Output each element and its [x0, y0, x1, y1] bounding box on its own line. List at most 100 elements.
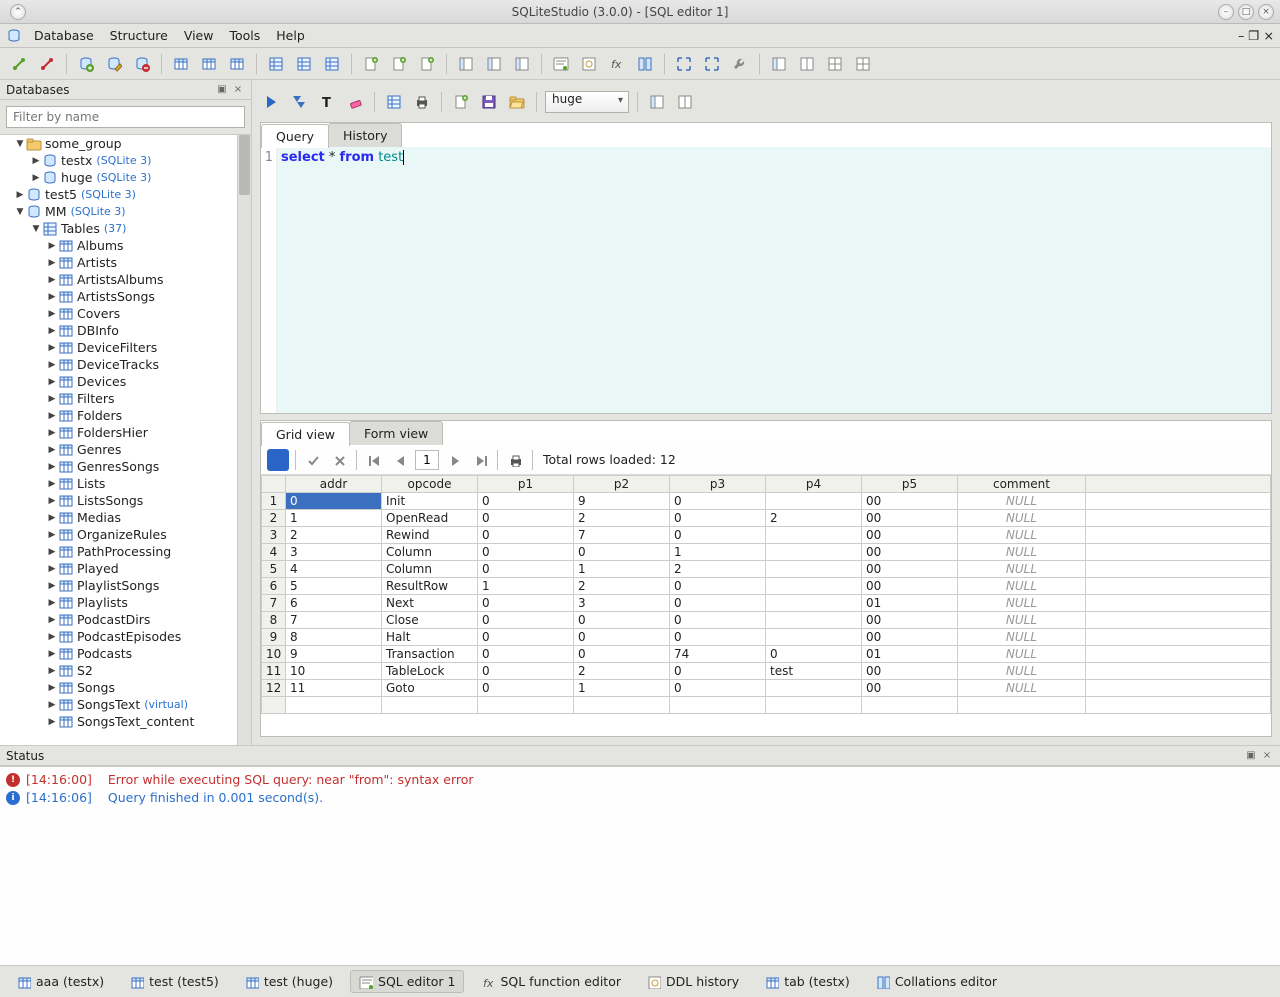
tree-item[interactable]: ▶ ArtistsAlbums [0, 271, 237, 288]
tree-arrow-icon[interactable]: ▶ [46, 717, 58, 727]
cell[interactable]: 11 [286, 680, 382, 697]
cell[interactable] [766, 595, 862, 612]
status-float-icon[interactable]: ▣ [1244, 749, 1258, 763]
edit-trigger-button[interactable] [388, 53, 410, 75]
tree-item[interactable]: ▶ testx (SQLite 3) [0, 152, 237, 169]
cell[interactable]: 00 [862, 493, 958, 510]
edit-table-button[interactable] [198, 53, 220, 75]
tree-arrow-icon[interactable]: ▶ [46, 649, 58, 659]
bottom-tab-coll[interactable]: Collations editor [867, 970, 1006, 993]
sql-editor[interactable]: 1 select * from test [261, 147, 1271, 413]
cell[interactable]: NULL [958, 595, 1086, 612]
cell[interactable]: 1 [286, 510, 382, 527]
tree-item[interactable]: ▼ Tables (37) [0, 220, 237, 237]
mdi-restore-icon[interactable]: ❐ [1248, 28, 1259, 43]
cell[interactable]: 00 [862, 544, 958, 561]
table-row[interactable]: 10Init09000NULL [262, 493, 1271, 510]
layout4-button[interactable] [852, 53, 874, 75]
tree-item[interactable]: ▶ huge (SQLite 3) [0, 169, 237, 186]
table-row[interactable]: 76Next03001NULL [262, 595, 1271, 612]
view-single-button[interactable] [646, 91, 668, 113]
table-row[interactable]: 98Halt00000NULL [262, 629, 1271, 646]
tree-item[interactable]: ▶ Folders [0, 407, 237, 424]
tree-arrow-icon[interactable]: ▶ [46, 666, 58, 676]
tree-item[interactable]: ▶ Artists [0, 254, 237, 271]
cell[interactable]: 0 [670, 493, 766, 510]
mdi-minimize-icon[interactable]: – [1238, 28, 1244, 43]
cell[interactable]: NULL [958, 680, 1086, 697]
cell[interactable]: 8 [286, 629, 382, 646]
cell[interactable]: Halt [382, 629, 478, 646]
cell[interactable]: Column [382, 544, 478, 561]
tree-item[interactable]: ▶ ArtistsSongs [0, 288, 237, 305]
cell[interactable]: 3 [286, 544, 382, 561]
cell[interactable]: 74 [670, 646, 766, 663]
remove-db-button[interactable] [131, 53, 153, 75]
execute-button[interactable] [260, 91, 282, 113]
table-row[interactable]: 65ResultRow12000NULL [262, 578, 1271, 595]
tree-arrow-icon[interactable]: ▶ [46, 241, 58, 251]
drop-trigger-button[interactable] [416, 53, 438, 75]
database-select[interactable]: huge [545, 91, 629, 113]
tree-item[interactable]: ▶ GenresSongs [0, 458, 237, 475]
cell[interactable]: 3 [574, 595, 670, 612]
cell[interactable]: 2 [574, 578, 670, 595]
column-header[interactable]: comment [958, 476, 1086, 493]
tree-item[interactable]: ▶ SongsText (virtual) [0, 696, 237, 713]
cell[interactable] [766, 493, 862, 510]
tab-query[interactable]: Query [261, 124, 329, 148]
drop-view-button[interactable] [511, 53, 533, 75]
column-header[interactable]: addr [286, 476, 382, 493]
tree-arrow-icon[interactable]: ▶ [46, 700, 58, 710]
cell[interactable]: 1 [478, 578, 574, 595]
export-button[interactable] [383, 91, 405, 113]
table-row[interactable]: 21OpenRead020200NULL [262, 510, 1271, 527]
tree-item[interactable]: ▶ Playlists [0, 594, 237, 611]
drop-index-button[interactable] [321, 53, 343, 75]
sql-code[interactable]: select * from test [277, 147, 1271, 413]
collapse-button[interactable] [701, 53, 723, 75]
layout1-button[interactable] [768, 53, 790, 75]
tree-arrow-icon[interactable]: ▼ [30, 224, 42, 234]
wrench-button[interactable] [729, 53, 751, 75]
tree-arrow-icon[interactable]: ▶ [46, 581, 58, 591]
cell[interactable]: 0 [670, 578, 766, 595]
tree-arrow-icon[interactable]: ▶ [46, 513, 58, 523]
tree-arrow-icon[interactable]: ▶ [46, 683, 58, 693]
new-index-button[interactable] [265, 53, 287, 75]
tree-arrow-icon[interactable]: ▶ [46, 547, 58, 557]
menu-help[interactable]: Help [268, 25, 313, 46]
layout2-button[interactable] [796, 53, 818, 75]
ddl-history-button[interactable] [578, 53, 600, 75]
tree-arrow-icon[interactable]: ▶ [46, 411, 58, 421]
format-button[interactable] [316, 91, 338, 113]
cell[interactable]: 0 [478, 544, 574, 561]
menu-structure[interactable]: Structure [102, 25, 176, 46]
table-row[interactable]: 1211Goto01000NULL [262, 680, 1271, 697]
cell[interactable]: 4 [286, 561, 382, 578]
table-row[interactable]: 54Column01200NULL [262, 561, 1271, 578]
cell[interactable]: 01 [862, 646, 958, 663]
window-close-icon[interactable]: × [1258, 4, 1274, 20]
cell[interactable]: 0 [670, 595, 766, 612]
menu-database[interactable]: Database [26, 25, 102, 46]
cell[interactable]: NULL [958, 646, 1086, 663]
tree-arrow-icon[interactable]: ▶ [14, 190, 26, 200]
cell[interactable]: 0 [574, 612, 670, 629]
cell[interactable]: 0 [670, 527, 766, 544]
cell[interactable]: 00 [862, 578, 958, 595]
cell[interactable]: 0 [766, 646, 862, 663]
next-page-button[interactable] [443, 449, 465, 471]
new-view-button[interactable] [455, 53, 477, 75]
tree-item[interactable]: ▶ Podcasts [0, 645, 237, 662]
tree-item[interactable]: ▶ FoldersHier [0, 424, 237, 441]
table-row[interactable]: 1110TableLock020test00NULL [262, 663, 1271, 680]
bottom-tab-aaa[interactable]: aaa (testx) [8, 970, 113, 993]
column-header[interactable]: opcode [382, 476, 478, 493]
cell[interactable]: NULL [958, 578, 1086, 595]
cell[interactable]: 0 [670, 663, 766, 680]
cell[interactable]: NULL [958, 527, 1086, 544]
cell[interactable]: ResultRow [382, 578, 478, 595]
cell[interactable]: 10 [286, 663, 382, 680]
cell[interactable]: NULL [958, 612, 1086, 629]
